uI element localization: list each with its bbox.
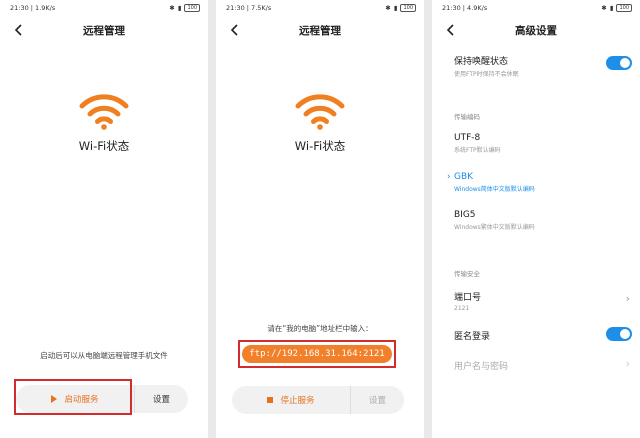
status-bar: 21:30 | 7.5K/s ✱ ▮ 100 <box>226 4 416 14</box>
port-value: 2121 <box>454 305 470 312</box>
wifi-icon <box>79 94 129 130</box>
stop-service-button[interactable]: 停止服务 <box>232 386 350 414</box>
nav-bar: 远程管理 <box>0 20 208 40</box>
service-button-bar: 停止服务 设置 <box>232 386 404 414</box>
settings-label: 设置 <box>368 396 386 406</box>
encoding-title: GBK <box>454 172 474 182</box>
signal-icon: ▮ <box>177 4 182 12</box>
encoding-section-header: 传输编码 <box>454 113 480 121</box>
encoding-subtitle: Windows繁体中文版默认编码 <box>454 224 535 231</box>
battery-icon: 100 <box>616 4 632 12</box>
page-title: 远程管理 <box>83 25 125 37</box>
settings-button[interactable]: 设置 <box>134 385 188 413</box>
security-section-header: 传输安全 <box>454 270 480 278</box>
nav-bar: 远程管理 <box>216 20 424 40</box>
encoding-subtitle: Windows简体中文版默认编码 <box>454 186 535 193</box>
nav-bar: 高级设置 <box>432 20 640 40</box>
bluetooth-icon: ✱ <box>601 4 607 12</box>
encoding-option-utf8[interactable]: UTF-8 系统FTP默认编码 <box>454 133 640 154</box>
status-bar: 21:30 | 1.9K/s ✱ ▮ 100 <box>10 4 200 14</box>
bluetooth-icon: ✱ <box>385 4 391 12</box>
keep-awake-subtitle: 使用FTP时保持不会休眠 <box>454 71 519 78</box>
wifi-status-label: Wi-Fi状态 <box>294 139 346 153</box>
status-icons: ✱ ▮ 100 <box>169 4 200 12</box>
wifi-status-block: Wi-Fi状态 <box>0 92 208 154</box>
screen-remote-manage-running: 21:30 | 7.5K/s ✱ ▮ 100 远程管理 Wi-Fi状态 请在“我… <box>216 0 424 438</box>
screen-advanced-settings: 21:30 | 4.9K/s ✱ ▮ 100 高级设置 保持唤醒状态 使用FTP… <box>432 0 640 438</box>
encoding-title: UTF-8 <box>454 133 481 143</box>
battery-icon: 100 <box>184 4 200 12</box>
status-icons: ✱ ▮ 100 <box>601 4 632 12</box>
battery-icon: 100 <box>400 4 416 12</box>
bluetooth-icon: ✱ <box>169 4 175 12</box>
highlight-box <box>14 379 132 415</box>
page-title: 远程管理 <box>299 25 341 37</box>
chevron-right-icon: › <box>625 357 630 370</box>
credentials-title: 用户名与密码 <box>454 362 509 372</box>
anonymous-login-toggle[interactable] <box>606 327 632 341</box>
stop-service-label: 停止服务 <box>280 396 315 406</box>
wifi-status-block: Wi-Fi状态 <box>216 92 424 154</box>
status-bar: 21:30 | 4.9K/s ✱ ▮ 100 <box>442 4 632 14</box>
highlight-box <box>238 340 396 368</box>
wifi-status-label: Wi-Fi状态 <box>78 139 130 153</box>
encoding-subtitle: 系统FTP默认编码 <box>454 147 501 154</box>
selected-chevron-icon: › <box>447 172 451 182</box>
status-time: 21:30 | 4.9K/s <box>442 4 488 12</box>
screenshot-stage: 21:30 | 1.9K/s ✱ ▮ 100 远程管理 Wi-Fi状态 启动后可… <box>0 0 640 438</box>
port-setting[interactable]: 端口号 2121 <box>454 290 640 312</box>
signal-icon: ▮ <box>609 4 614 12</box>
status-time: 21:30 | 1.9K/s <box>10 4 56 12</box>
status-time: 21:30 | 7.5K/s <box>226 4 272 12</box>
settings-label: 设置 <box>152 395 170 405</box>
encoding-option-gbk[interactable]: GBK Windows简体中文版默认编码 <box>454 172 640 193</box>
signal-icon: ▮ <box>393 4 398 12</box>
chevron-right-icon: › <box>625 292 630 305</box>
encoding-option-big5[interactable]: BIG5 Windows繁体中文版默认编码 <box>454 210 640 231</box>
encoding-title: BIG5 <box>454 210 476 220</box>
port-title: 端口号 <box>454 293 482 303</box>
screen-remote-manage-idle: 21:30 | 1.9K/s ✱ ▮ 100 远程管理 Wi-Fi状态 启动后可… <box>0 0 208 438</box>
stop-icon <box>267 397 274 403</box>
credentials-setting[interactable]: 用户名与密码 <box>454 359 640 372</box>
hint-text: 请在“我的电脑”地址栏中输入： <box>267 324 373 333</box>
status-icons: ✱ ▮ 100 <box>385 4 416 12</box>
settings-button[interactable]: 设置 <box>350 386 404 414</box>
keep-awake-toggle[interactable] <box>606 56 632 70</box>
page-title: 高级设置 <box>515 25 557 37</box>
hint-text: 启动后可以从电脑端远程管理手机文件 <box>40 351 168 360</box>
wifi-icon <box>295 94 345 130</box>
